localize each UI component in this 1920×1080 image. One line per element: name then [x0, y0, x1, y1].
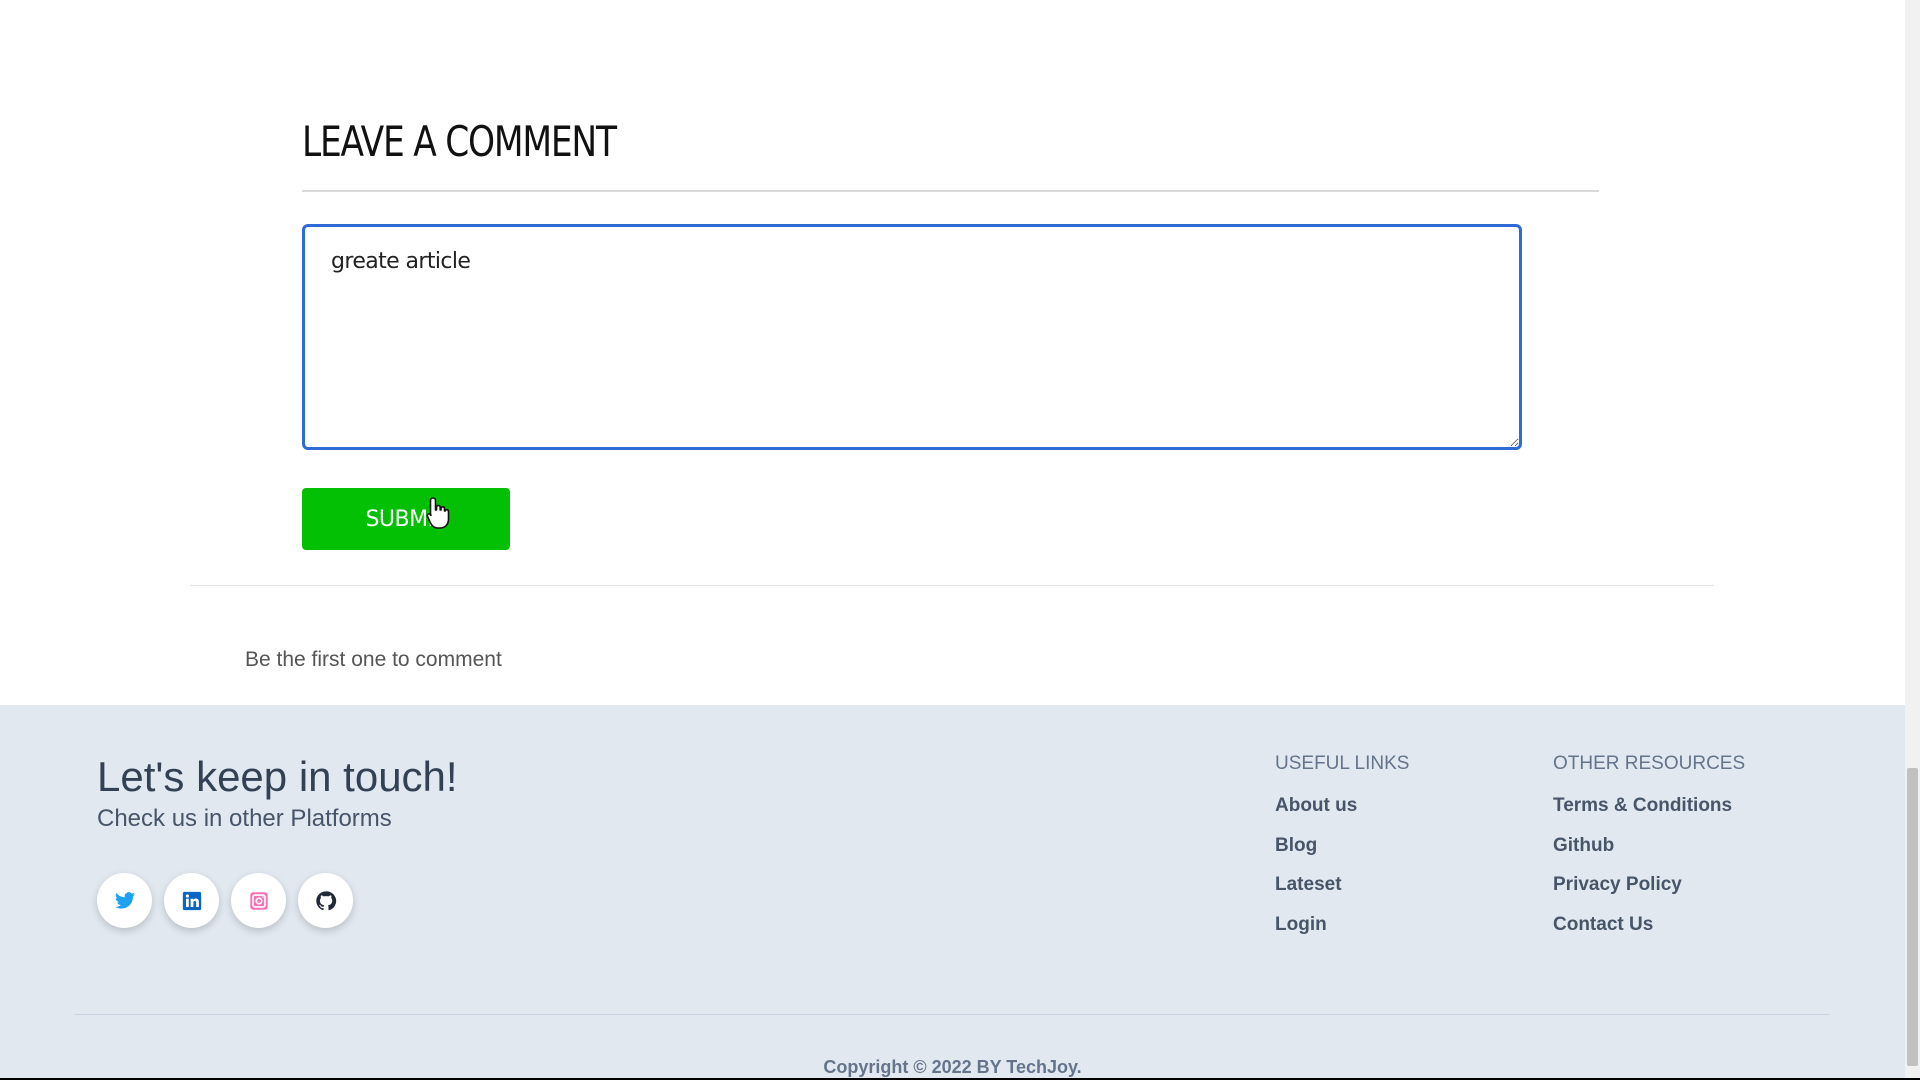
- footer-link-latest[interactable]: Lateset: [1275, 874, 1409, 896]
- footer-link-login[interactable]: Login: [1275, 914, 1409, 936]
- useful-links-column: USEFUL LINKS About us Blog Lateset Login: [1275, 753, 1409, 953]
- instagram-icon: [249, 891, 268, 910]
- twitter-button[interactable]: [97, 873, 152, 928]
- footer-heading: Let's keep in touch!: [97, 753, 458, 800]
- linkedin-button[interactable]: [164, 873, 219, 928]
- useful-links-title: USEFUL LINKS: [1275, 753, 1410, 774]
- scrollbar-thumb[interactable]: [1907, 768, 1918, 1066]
- title-divider: [302, 190, 1599, 192]
- hand-cursor-icon: [426, 497, 450, 529]
- empty-comments-message: Be the first one to comment: [245, 648, 502, 671]
- vertical-scrollbar[interactable]: [1905, 0, 1920, 1080]
- twitter-icon: [114, 891, 135, 909]
- footer-subheading: Check us in other Platforms: [97, 805, 392, 832]
- footer-link-privacy[interactable]: Privacy Policy: [1553, 874, 1745, 896]
- github-button[interactable]: [298, 873, 353, 928]
- comment-title: LEAVE A COMMENT: [302, 117, 617, 166]
- other-resources-column: OTHER RESOURCES Terms & Conditions Githu…: [1553, 753, 1745, 953]
- footer-link-contact[interactable]: Contact Us: [1553, 914, 1745, 936]
- submit-button[interactable]: SUBMIT: [302, 488, 510, 550]
- comment-section: LEAVE A COMMENT greate article SUBMIT Be…: [0, 0, 1905, 705]
- footer-divider: [74, 1014, 1830, 1015]
- page: LEAVE A COMMENT greate article SUBMIT Be…: [0, 0, 1905, 1080]
- footer-link-terms[interactable]: Terms & Conditions: [1553, 795, 1745, 817]
- github-icon: [315, 890, 336, 910]
- linkedin-icon: [182, 891, 201, 910]
- social-links: [97, 873, 353, 928]
- instagram-button[interactable]: [231, 873, 286, 928]
- footer-link-github[interactable]: Github: [1553, 835, 1745, 857]
- footer-link-blog[interactable]: Blog: [1275, 835, 1409, 857]
- section-divider: [190, 585, 1714, 586]
- copyright-text: Copyright © 2022 BY TechJoy.: [823, 1057, 1082, 1077]
- comment-textarea[interactable]: greate article: [302, 224, 1522, 450]
- footer: Let's keep in touch! Check us in other P…: [0, 705, 1905, 1080]
- other-resources-title: OTHER RESOURCES: [1553, 753, 1746, 774]
- footer-link-about[interactable]: About us: [1275, 795, 1409, 817]
